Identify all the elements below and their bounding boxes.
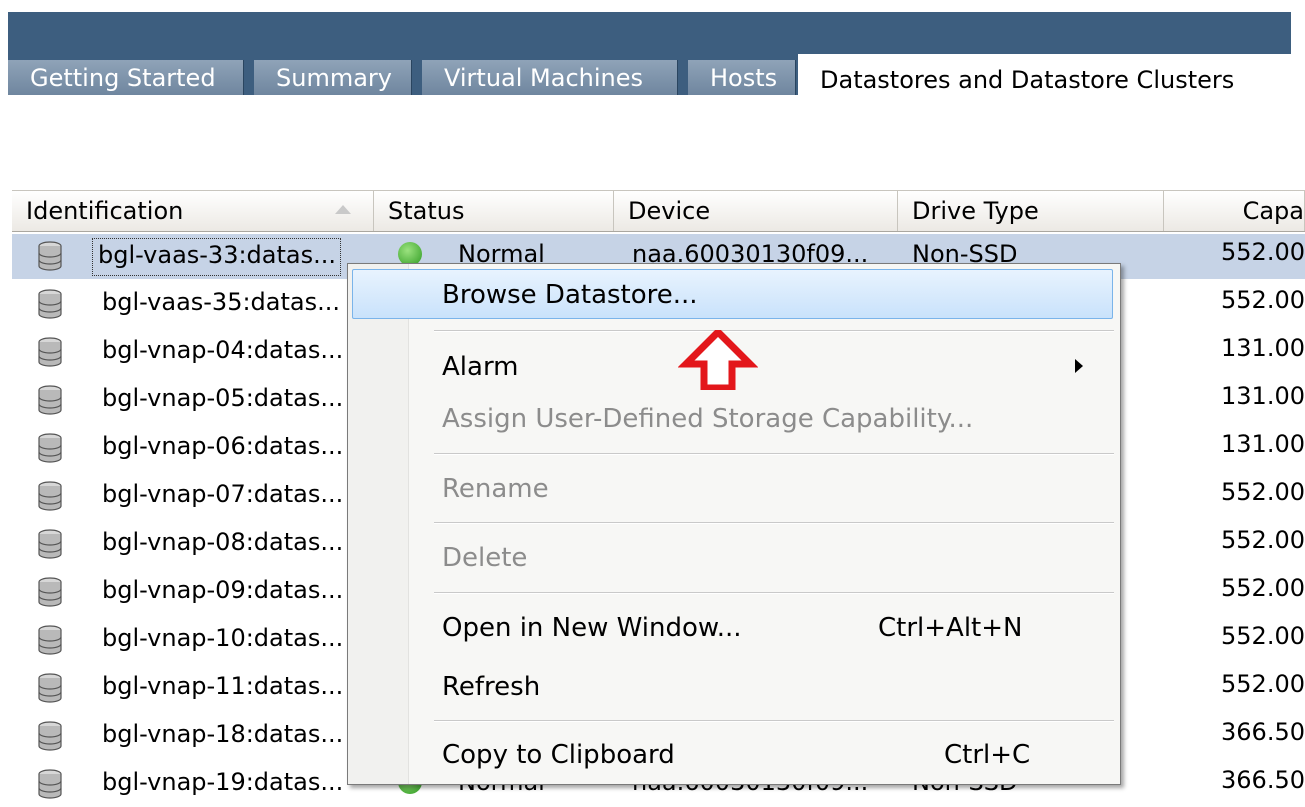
capacity-value: 131.00 [1221,382,1305,410]
capacity-value: 552.00 [1221,238,1305,266]
context-menu: Browse Datastore... Alarm Assign User-De… [347,263,1121,785]
capacity-value: 131.00 [1221,430,1305,458]
tab-label: Getting Started [30,64,216,92]
menu-item-copy-to-clipboard[interactable]: Copy to Clipboard [442,740,675,770]
menu-item-refresh[interactable]: Refresh [442,672,540,702]
tab-virtual-machines[interactable]: Virtual Machines [422,60,678,95]
datastore-icon [38,385,62,415]
datastore-name: bgl-vnap-06:datas... [102,432,344,460]
tab-hosts[interactable]: Hosts [688,60,796,95]
datastore-icon [38,481,62,511]
menu-separator [434,453,1114,455]
capacity-value: 552.00 [1221,286,1305,314]
menu-separator [434,592,1114,594]
datastore-icon [38,241,62,271]
shortcut-copy: Ctrl+C [944,740,1031,770]
menu-item-alarm[interactable]: Alarm [442,352,519,382]
column-header-identification[interactable]: Identification [12,191,374,231]
tab-label: Hosts [710,64,778,92]
menu-separator [434,522,1114,524]
menu-item-assign-capability: Assign User-Defined Storage Capability..… [442,404,974,434]
capacity-value: 366.50 [1221,766,1305,794]
capacity-value: 366.50 [1221,718,1305,746]
menu-separator [434,330,1114,332]
tab-summary[interactable]: Summary [254,60,412,95]
column-label: Status [388,197,465,225]
datastore-name: bgl-vnap-19:datas... [102,768,344,796]
column-label: Drive Type [912,197,1039,225]
datastore-icon [38,769,62,799]
column-header-capacity[interactable]: Capa [1164,191,1305,231]
menu-icon-gutter [348,264,409,784]
capacity-value: 552.00 [1221,622,1305,650]
datastore-name: bgl-vnap-05:datas... [102,384,344,412]
datastore-name: bgl-vnap-10:datas... [102,624,344,652]
datastore-name: bgl-vnap-18:datas... [102,720,344,748]
column-label: Identification [26,197,184,225]
datastore-icon [38,721,62,751]
datastore-icon [38,433,62,463]
capacity-value: 552.00 [1221,478,1305,506]
datastore-icon [38,289,62,319]
tab-label: Datastores and Datastore Clusters [820,66,1235,94]
menu-item-delete: Delete [442,543,528,573]
column-header-device[interactable]: Device [614,191,898,231]
datastore-name: bgl-vaas-33:datas... [92,238,342,276]
datastore-icon [38,673,62,703]
capacity-value: 552.00 [1221,574,1305,602]
shortcut-open-new-window: Ctrl+Alt+N [878,613,1023,643]
capacity-value: 552.00 [1221,670,1305,698]
datastore-name: bgl-vaas-35:datas... [102,288,341,316]
red-up-arrow-annotation-icon [678,330,758,390]
column-header-drive-type[interactable]: Drive Type [898,191,1164,231]
column-label: Capa [1242,197,1304,225]
menu-label-browse-datastore[interactable]: Browse Datastore... [442,280,698,310]
capacity-value: 131.00 [1221,334,1305,362]
column-header-status[interactable]: Status [374,191,614,231]
submenu-arrow-icon [1075,359,1083,373]
view-header: Getting Started Summary Virtual Machines… [8,12,1291,95]
tab-label: Virtual Machines [444,64,644,92]
datastore-icon [38,529,62,559]
menu-item-open-new-window[interactable]: Open in New Window... [442,613,742,643]
menu-item-rename: Rename [442,474,549,504]
column-label: Device [628,197,711,225]
capacity-value: 552.00 [1221,526,1305,554]
tab-datastores[interactable]: Datastores and Datastore Clusters [798,54,1291,95]
datastore-name: bgl-vnap-07:datas... [102,480,344,508]
datastore-icon [38,577,62,607]
datastore-name: bgl-vnap-09:datas... [102,576,344,604]
datastore-name: bgl-vnap-08:datas... [102,528,344,556]
datastore-name: bgl-vnap-04:datas... [102,336,344,364]
menu-separator [434,720,1114,722]
tab-getting-started[interactable]: Getting Started [8,60,244,95]
sort-ascending-icon [335,205,351,214]
table-header: Identification Status Device Drive Type … [12,190,1305,232]
datastore-icon [38,337,62,367]
tab-label: Summary [276,64,392,92]
datastore-name: bgl-vnap-11:datas... [102,672,344,700]
datastore-icon [38,625,62,655]
